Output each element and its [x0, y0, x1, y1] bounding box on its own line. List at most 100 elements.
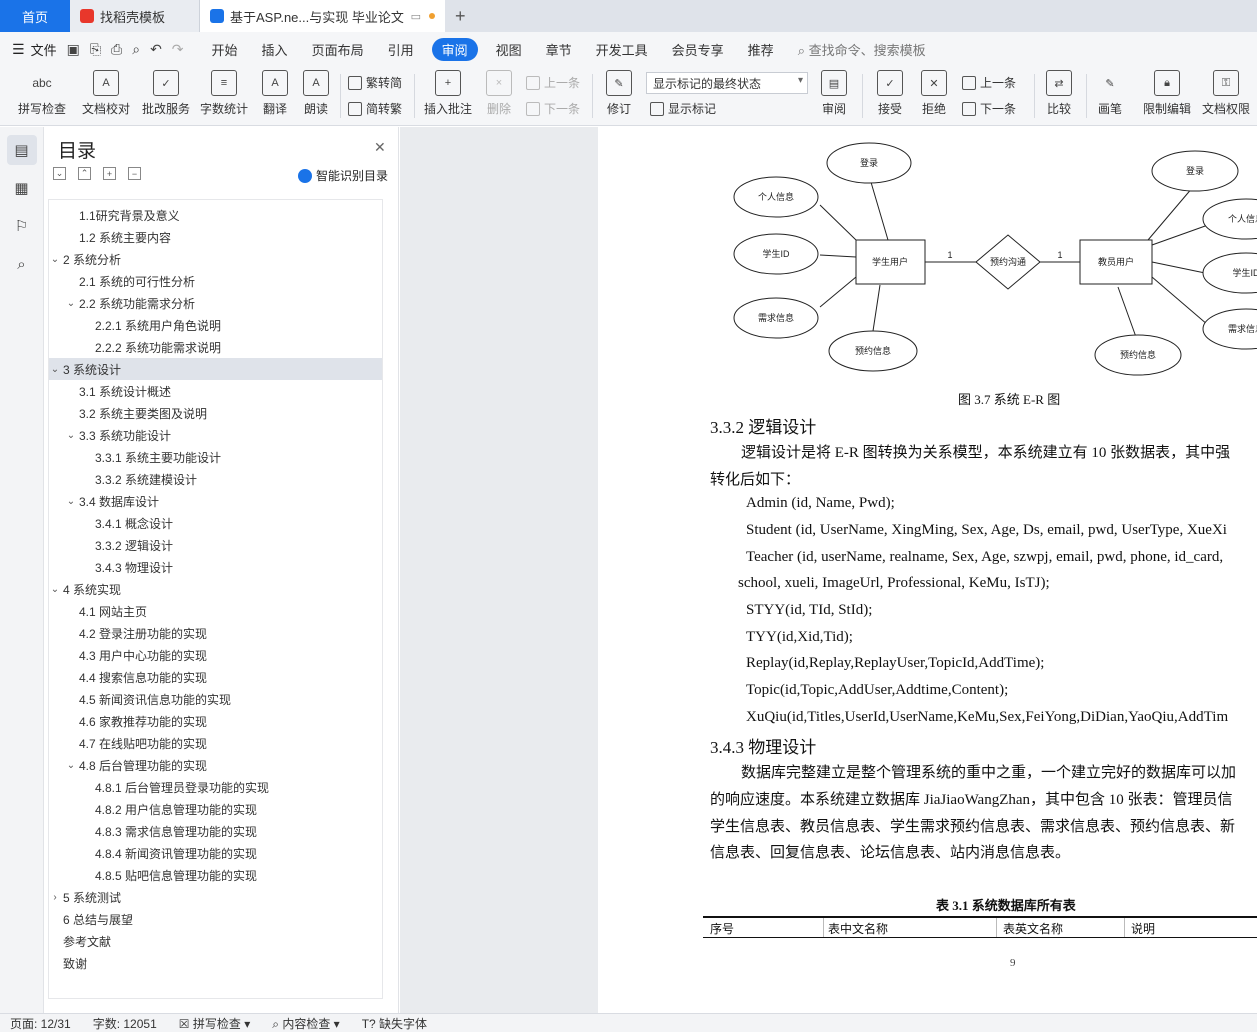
missing-font-status[interactable]: T? 缺失字体	[362, 1015, 427, 1032]
menu-item-chapter[interactable]: 章节	[546, 40, 572, 59]
menu-item-devtools[interactable]: 开发工具	[596, 40, 648, 59]
tab-document[interactable]: 基于ASP.ne...与实现 毕业论文 ▭	[200, 0, 445, 32]
read-aloud-button[interactable]: A 朗读	[300, 70, 332, 117]
toc-panel-icon[interactable]: ▤	[6, 135, 37, 165]
page-indicator[interactable]: 页面: 12/31	[10, 1015, 71, 1032]
toc-item[interactable]: 3.3.2 系统建模设计	[49, 468, 382, 490]
document-page[interactable]: 登录 个人信息 学生ID 需求信息 预约信息 学生用户 预约沟通 教员用户 1 …	[598, 127, 1257, 1013]
chapter-nav-icon[interactable]: ▦	[7, 173, 37, 203]
spellcheck-button[interactable]: abc 拼写检查	[12, 70, 72, 117]
chevron-down-icon[interactable]: ⌄	[65, 298, 77, 309]
toc-item[interactable]: 4.1 网站主页	[49, 600, 382, 622]
close-icon[interactable]: ✕	[374, 139, 386, 156]
toc-item[interactable]: 参考文献	[49, 930, 382, 952]
toc-item[interactable]: 4.8.2 用户信息管理功能的实现	[49, 798, 382, 820]
prev-comment-button[interactable]: 上一条	[526, 74, 580, 91]
review-pane-button[interactable]: ▤ 审阅	[814, 70, 854, 117]
menu-item-view[interactable]: 视图	[496, 40, 522, 59]
menu-file[interactable]: 文件	[31, 40, 57, 59]
insert-comment-button[interactable]: + 插入批注	[422, 70, 474, 117]
chevron-down-icon[interactable]: ⌄	[49, 584, 61, 595]
toc-item[interactable]: ⌄ 3.3 系统功能设计	[49, 424, 382, 446]
toc-add-icon[interactable]: +	[103, 167, 116, 180]
compare-button[interactable]: ⇄ 比较	[1040, 70, 1078, 117]
export-icon[interactable]: ⎘	[90, 41, 101, 58]
chevron-down-icon[interactable]: ⌄	[49, 364, 61, 375]
toc-expand-icon[interactable]: ⌄	[53, 167, 66, 180]
undo-icon[interactable]: ↶	[150, 41, 162, 58]
toc-item[interactable]: 4.8.4 新闻资讯管理功能的实现	[49, 842, 382, 864]
translate-button[interactable]: A 翻译	[256, 70, 294, 117]
save-icon[interactable]: ▣	[67, 41, 80, 58]
toc-item[interactable]: 4.2 登录注册功能的实现	[49, 622, 382, 644]
toc-item[interactable]: ⌄ 3 系统设计	[49, 358, 382, 380]
doc-permission-button[interactable]: ⚿ 文档权限	[1200, 70, 1252, 117]
toc-item[interactable]: 3.4.3 物理设计	[49, 556, 382, 578]
bookmark-icon[interactable]: ⚐	[7, 211, 37, 241]
chevron-right-icon[interactable]: ›	[49, 892, 61, 903]
prev-change-button[interactable]: 上一条	[962, 74, 1016, 91]
tab-monitor-icon[interactable]: ▭	[411, 10, 421, 23]
delete-comment-button[interactable]: × 删除	[480, 70, 518, 117]
toc-item[interactable]: 3.4.1 概念设计	[49, 512, 382, 534]
toc-item[interactable]: ⌄ 4 系统实现	[49, 578, 382, 600]
toc-item[interactable]: 4.7 在线贴吧功能的实现	[49, 732, 382, 754]
toc-item[interactable]: ⌄ 2 系统分析	[49, 248, 382, 270]
toc-item[interactable]: 4.4 搜索信息功能的实现	[49, 666, 382, 688]
chevron-down-icon[interactable]: ⌄	[65, 430, 77, 441]
toc-collapse-icon[interactable]: ⌃	[78, 167, 91, 180]
preview-icon[interactable]: ⌕	[132, 41, 140, 58]
toc-item[interactable]: 1.1研究背景及意义	[49, 204, 382, 226]
chevron-down-icon[interactable]: ⌄	[65, 496, 77, 507]
markup-mode-select[interactable]: 显示标记的最终状态	[646, 72, 808, 94]
toc-item[interactable]: 3.3.1 系统主要功能设计	[49, 446, 382, 468]
toc-item[interactable]: 4.5 新闻资讯信息功能的实现	[49, 688, 382, 710]
toc-item[interactable]: 3.2 系统主要类图及说明	[49, 402, 382, 424]
command-search[interactable]: ⌕ 查找命令、搜索模板	[798, 40, 926, 59]
toc-item[interactable]: 4.3 用户中心功能的实现	[49, 644, 382, 666]
doc-check-button[interactable]: A 文档校对	[80, 70, 132, 117]
word-count[interactable]: 字数: 12051	[93, 1015, 157, 1032]
chevron-down-icon[interactable]: ⌄	[49, 254, 61, 265]
smart-toc-button[interactable]: 智能识别目录	[298, 167, 388, 184]
next-comment-button[interactable]: 下一条	[526, 100, 580, 117]
menu-item-recommend[interactable]: 推荐	[748, 40, 774, 59]
print-icon[interactable]: ⎙	[111, 41, 122, 58]
toc-item[interactable]: 4.8.5 贴吧信息管理功能的实现	[49, 864, 382, 886]
content-check-status[interactable]: ⌕ 内容检查 ▾	[272, 1015, 339, 1032]
toc-item[interactable]: 3.3.2 逻辑设计	[49, 534, 382, 556]
toc-item[interactable]: 3.1 系统设计概述	[49, 380, 382, 402]
toc-item[interactable]: 1.2 系统主要内容	[49, 226, 382, 248]
accept-button[interactable]: ✓ 接受	[870, 70, 910, 117]
hamburger-icon[interactable]: ☰	[12, 41, 25, 58]
spellcheck-status[interactable]: ☒ 拼写检查 ▾	[179, 1015, 250, 1032]
pen-button[interactable]: ✎ 画笔	[1092, 70, 1128, 117]
toc-remove-icon[interactable]: −	[128, 167, 141, 180]
toc-item[interactable]: 6 总结与展望	[49, 908, 382, 930]
tab-template[interactable]: 找稻壳模板	[70, 0, 200, 32]
word-count-button[interactable]: ≡ 字数统计	[198, 70, 250, 117]
menu-item-review[interactable]: 审阅	[431, 37, 478, 61]
redo-icon[interactable]: ↷	[172, 41, 184, 58]
toc-item[interactable]: 2.1 系统的可行性分析	[49, 270, 382, 292]
toc-item[interactable]: ⌄ 3.4 数据库设计	[49, 490, 382, 512]
toc-item[interactable]: 4.8.1 后台管理员登录功能的实现	[49, 776, 382, 798]
toc-item[interactable]: 致谢	[49, 952, 382, 974]
toc-item[interactable]: 4.8.3 需求信息管理功能的实现	[49, 820, 382, 842]
toc-item[interactable]: 4.6 家教推荐功能的实现	[49, 710, 382, 732]
tab-home[interactable]: 首页	[0, 0, 70, 32]
restrict-edit-button[interactable]: 🔒︎ 限制编辑	[1140, 70, 1194, 117]
search-icon[interactable]: ⌕	[7, 249, 37, 279]
chevron-down-icon[interactable]: ⌄	[65, 760, 77, 771]
next-change-button[interactable]: 下一条	[962, 100, 1016, 117]
trad-to-simp-button[interactable]: 繁转简	[348, 74, 402, 91]
batch-service-button[interactable]: ✓ 批改服务	[140, 70, 192, 117]
menu-item-insert[interactable]: 插入	[262, 40, 288, 59]
track-changes-button[interactable]: ✎ 修订	[600, 70, 638, 117]
menu-item-start[interactable]: 开始	[212, 40, 238, 59]
toc-item[interactable]: ⌄ 4.8 后台管理功能的实现	[49, 754, 382, 776]
simp-to-trad-button[interactable]: 简转繁	[348, 100, 402, 117]
show-markup-button[interactable]: 显示标记	[650, 100, 716, 117]
toc-item[interactable]: 2.2.2 系统功能需求说明	[49, 336, 382, 358]
toc-item[interactable]: › 5 系统测试	[49, 886, 382, 908]
